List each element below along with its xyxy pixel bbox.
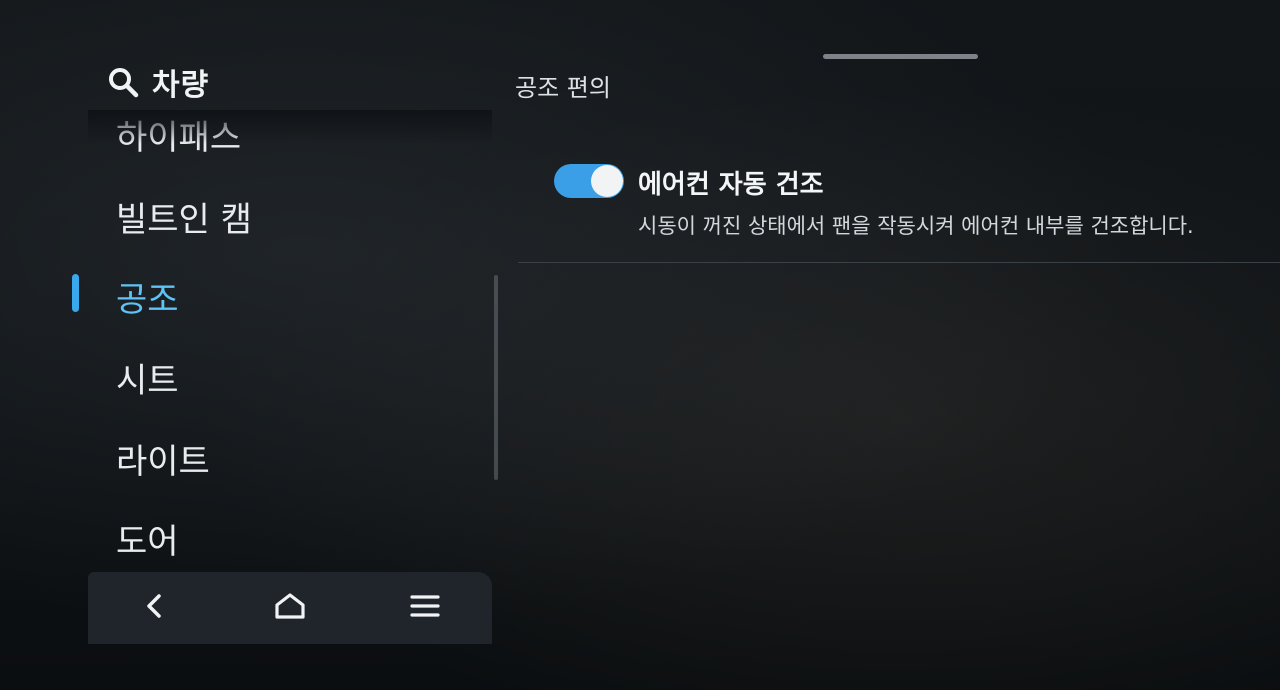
screen: 차량 하이패스 빌트인 캠 공조 시트 라이트 도어 <box>0 0 1280 690</box>
section-title: 공조 편의 <box>515 74 611 102</box>
sidebar-item-seat[interactable]: 시트 <box>116 353 179 402</box>
toggle-knob <box>591 165 623 197</box>
divider <box>518 262 1280 263</box>
menu-icon <box>410 593 440 623</box>
bottom-nav <box>88 572 492 644</box>
back-icon <box>141 592 169 624</box>
sidebar: 차량 하이패스 빌트인 캠 공조 시트 라이트 도어 <box>88 48 492 644</box>
sidebar-item-light[interactable]: 라이트 <box>116 434 210 483</box>
setting-description: 시동이 꺼진 상태에서 팬을 작동시켜 에어컨 내부를 건조합니다. <box>638 214 1194 238</box>
setting-row-ac-auto-dry[interactable]: 에어컨 자동 건조 시동이 꺼진 상태에서 팬을 작동시켜 에어컨 내부를 건조… <box>518 150 1280 264</box>
menu-button[interactable] <box>395 578 455 638</box>
back-button[interactable] <box>125 578 185 638</box>
sidebar-item-climate[interactable]: 공조 <box>116 272 179 321</box>
home-button[interactable] <box>260 578 320 638</box>
setting-label: 에어컨 자동 건조 <box>638 170 824 200</box>
ac-auto-dry-toggle[interactable] <box>554 164 624 198</box>
sidebar-scrollbar[interactable] <box>494 275 498 480</box>
search-icon[interactable] <box>106 65 140 99</box>
category-title: 차량 <box>152 68 210 103</box>
active-indicator <box>72 274 79 312</box>
sidebar-header: 차량 <box>106 60 209 104</box>
sidebar-menu: 하이패스 빌트인 캠 공조 시트 라이트 도어 <box>88 110 492 570</box>
menu-fade <box>88 110 492 144</box>
home-icon <box>273 591 307 625</box>
sidebar-item-builtin-cam[interactable]: 빌트인 캠 <box>116 192 252 241</box>
drag-handle[interactable] <box>823 54 978 59</box>
sidebar-item-door[interactable]: 도어 <box>116 514 179 563</box>
